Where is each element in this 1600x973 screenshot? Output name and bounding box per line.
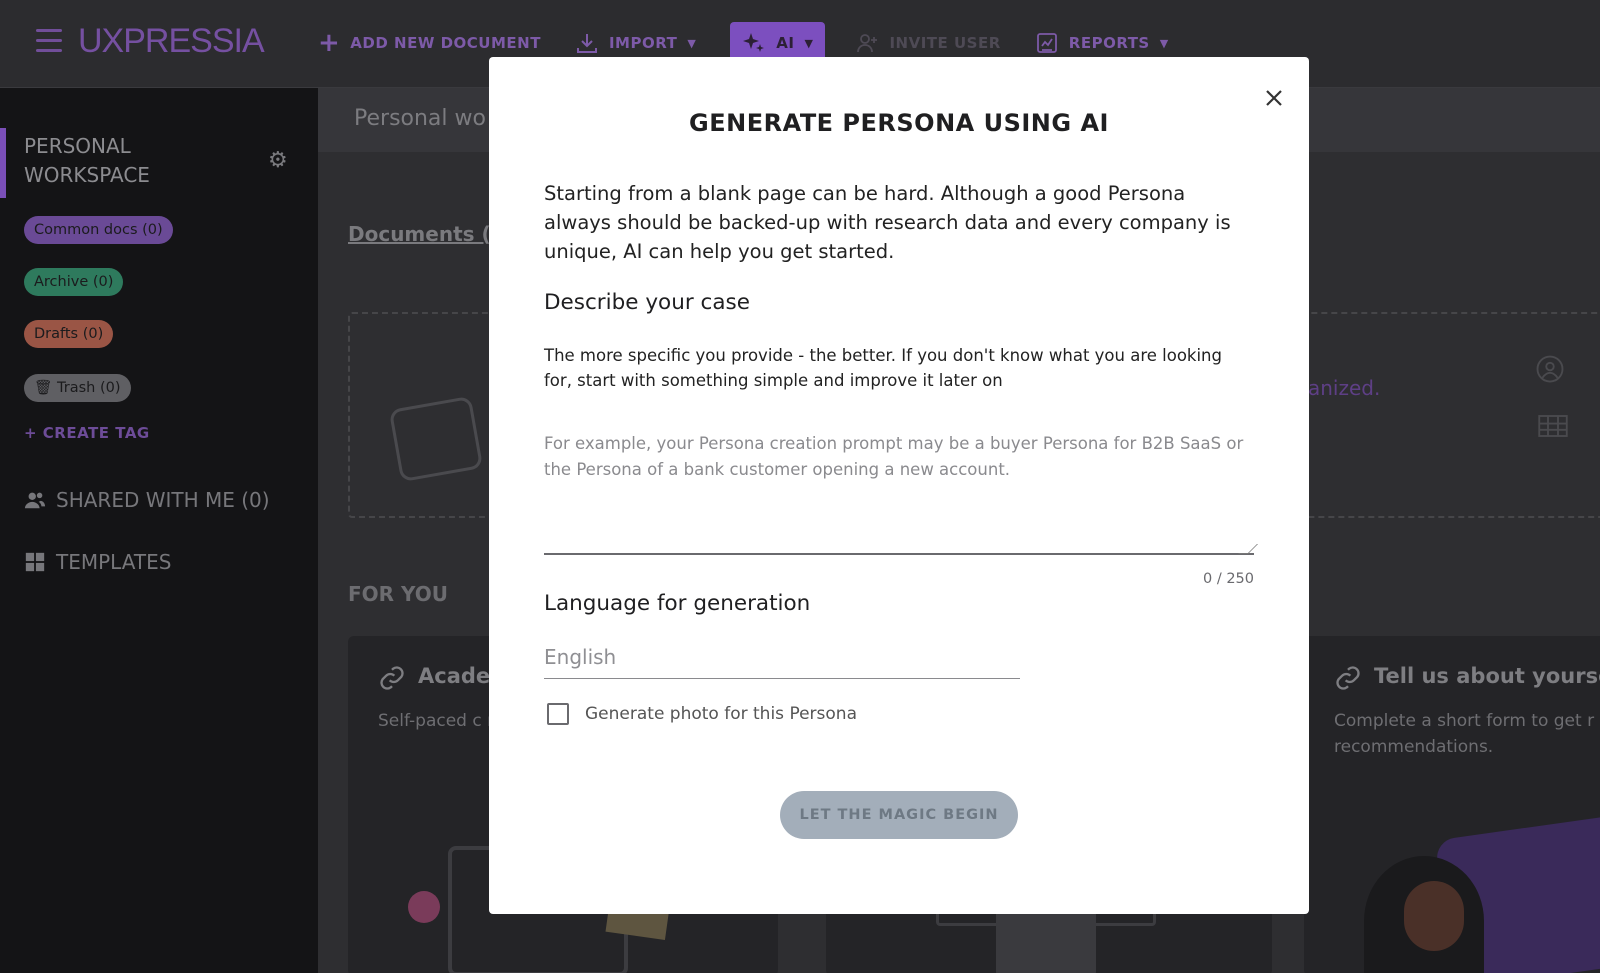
chevron-down-icon: ▼ — [687, 36, 697, 50]
app-logo[interactable]: UXPRESSIA — [78, 22, 265, 61]
documents-tab[interactable]: Documents (0 — [348, 222, 505, 246]
plus-icon: + — [318, 28, 341, 58]
create-tag-label: CREATE TAG — [42, 424, 150, 442]
generate-photo-label: Generate photo for this Persona — [585, 704, 857, 724]
templates-label: TEMPLATES — [56, 550, 172, 574]
link-icon — [1336, 666, 1360, 690]
empty-hint-text: anized. — [1308, 376, 1381, 400]
sidebar-item-shared[interactable]: SHARED WITH ME (0) — [24, 488, 270, 512]
grid-icon — [25, 552, 45, 572]
dialog-title: GENERATE PERSONA USING AI — [689, 109, 1109, 137]
tag-drafts[interactable]: Drafts (0) — [24, 320, 114, 348]
chevron-down-icon: ▼ — [1159, 36, 1169, 50]
ai-label: AI — [776, 34, 795, 52]
import-label: IMPORT — [608, 34, 678, 52]
language-input[interactable] — [544, 635, 1020, 679]
tag-common-docs[interactable]: Common docs (0) — [24, 216, 173, 244]
sparkles-icon — [743, 33, 765, 52]
let-the-magic-begin-button[interactable]: LET THE MAGIC BEGIN — [780, 791, 1018, 839]
users-icon — [24, 492, 46, 509]
character-counter: 0 / 250 — [1202, 571, 1254, 587]
user-icon — [1536, 355, 1564, 383]
persona-prompt-input[interactable] — [544, 425, 1254, 555]
card-title: Tell us about yourself — [1374, 664, 1600, 688]
tag-trash[interactable]: 🗑 Trash (0) — [24, 374, 131, 402]
report-icon — [1036, 33, 1057, 53]
plus-icon: + — [24, 424, 43, 442]
table-icon — [1538, 415, 1568, 437]
dialog-intro-text: Starting from a blank page can be hard. … — [544, 182, 1231, 263]
add-user-icon — [857, 34, 878, 53]
tag-archive[interactable]: Archive (0) — [24, 268, 124, 296]
reports-label: REPORTS — [1068, 34, 1150, 52]
gear-icon[interactable]: ⚙ — [268, 150, 290, 172]
hamburger-menu-icon[interactable] — [36, 29, 62, 55]
add-new-document-label: ADD NEW DOCUMENT — [350, 34, 541, 52]
workspace-active-indicator — [0, 128, 6, 198]
card-illustration — [1364, 812, 1600, 973]
tag-trash-label: Trash (0) — [57, 380, 121, 396]
link-icon — [380, 666, 404, 690]
generate-persona-dialog: GENERATE PERSONA USING AI Starting from … — [489, 57, 1309, 914]
chevron-down-icon: ▼ — [804, 36, 814, 50]
create-tag-button[interactable]: + CREATE TAG — [24, 424, 150, 442]
sidebar: PERSONAL WORKSPACE ⚙ Common docs (0) Arc… — [0, 88, 318, 973]
card-description: Complete a short form to get r recommend… — [1334, 711, 1595, 757]
download-icon — [576, 34, 597, 53]
breadcrumb-text: Personal wo — [354, 106, 486, 131]
shared-label: SHARED WITH ME (0) — [56, 488, 270, 512]
sidebar-item-templates[interactable]: TEMPLATES — [24, 550, 171, 574]
language-heading: Language for generation — [544, 591, 811, 616]
for-you-card-tell-us[interactable]: Tell us about yourself Complete a short … — [1304, 636, 1600, 973]
describe-case-hint: The more specific you provide - the bett… — [544, 346, 1222, 390]
invite-user-label: INVITE USER — [889, 34, 1001, 52]
for-you-heading: FOR YOU — [348, 582, 449, 606]
generate-photo-checkbox[interactable] — [547, 703, 569, 725]
describe-case-heading: Describe your case — [544, 290, 750, 315]
trash-icon: 🗑 — [34, 380, 58, 396]
workspace-title[interactable]: PERSONAL WORKSPACE — [24, 132, 244, 190]
folder-icon — [390, 397, 482, 481]
generate-photo-option[interactable]: Generate photo for this Persona — [547, 703, 857, 725]
